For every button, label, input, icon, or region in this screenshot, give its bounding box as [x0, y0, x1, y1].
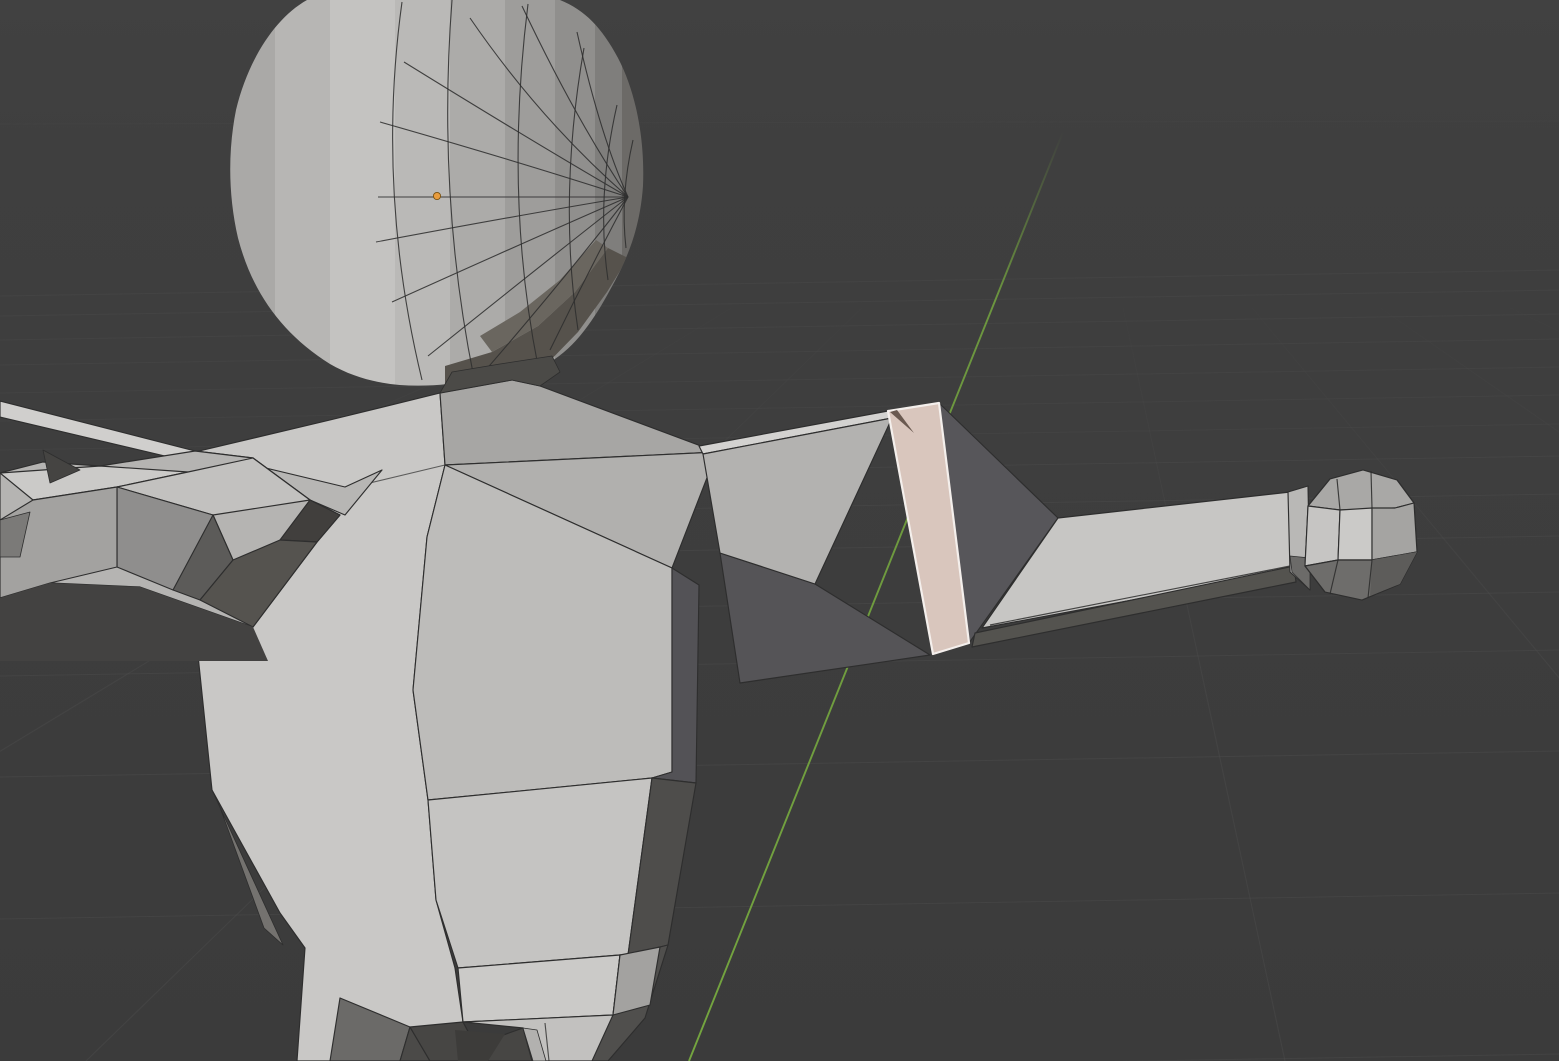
hand-ball-mid-right: [1372, 503, 1417, 560]
hand-ball-mid-left: [1305, 506, 1340, 566]
active-vertex[interactable]: [433, 192, 440, 199]
hand-ball-mid-center: [1338, 508, 1372, 560]
blender-3d-viewport[interactable]: [0, 0, 1559, 1061]
right-hand-ball[interactable]: [1305, 470, 1417, 600]
hip-face[interactable]: [428, 778, 652, 968]
viewport-canvas[interactable]: [0, 0, 1559, 1061]
